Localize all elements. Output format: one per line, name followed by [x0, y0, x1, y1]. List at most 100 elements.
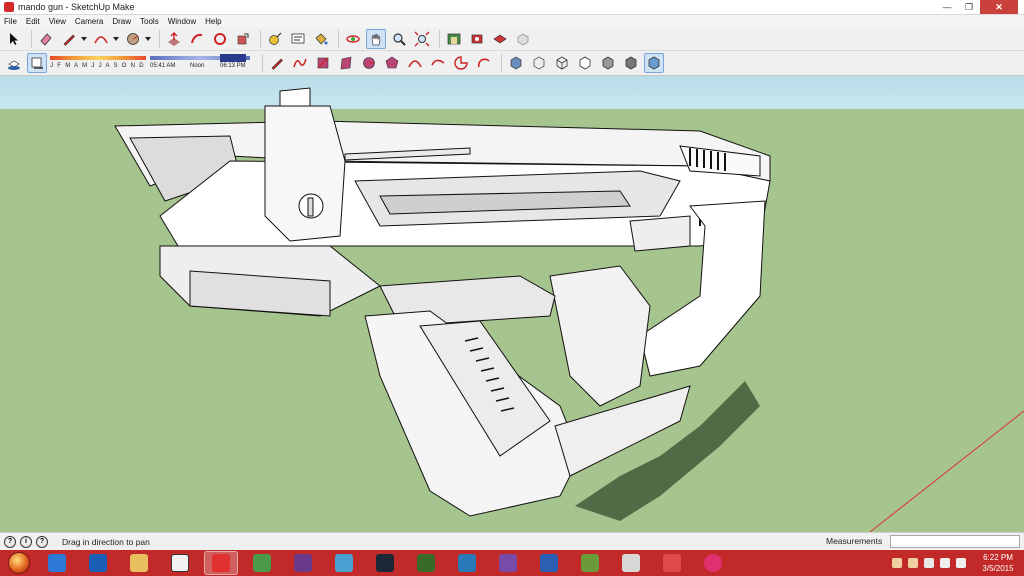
circle-tool-button[interactable] — [359, 53, 379, 73]
push-pull-tool-button[interactable] — [164, 29, 184, 49]
geo-location-icon[interactable]: ? — [4, 535, 16, 548]
tray-arrow-icon[interactable] — [892, 558, 902, 568]
toolbar-separator — [159, 29, 160, 48]
taskbar-app-6[interactable] — [245, 551, 279, 575]
shaded-icon — [602, 56, 614, 70]
word-icon — [540, 554, 558, 572]
menu-bar: File Edit View Camera Draw Tools Window … — [0, 15, 1024, 27]
menu-window[interactable]: Window — [168, 17, 196, 26]
shadows-toggle-button[interactable] — [4, 53, 24, 73]
text-tool-button[interactable] — [288, 29, 308, 49]
start-button[interactable] — [8, 552, 30, 574]
shadow-cube-icon — [8, 60, 20, 70]
arc-center-tool-button[interactable] — [474, 53, 494, 73]
zoom-extents-icon — [414, 31, 430, 46]
extension-warehouse-button[interactable] — [513, 29, 533, 49]
minimize-button[interactable]: — — [936, 0, 958, 14]
taskbar-internet-explorer[interactable] — [40, 551, 74, 575]
taskbar-app-7[interactable] — [286, 551, 320, 575]
shadow-settings-button[interactable] — [27, 53, 47, 73]
restore-button[interactable]: ❐ — [958, 0, 980, 14]
tray-app-icon[interactable] — [908, 558, 918, 568]
toolbar-separator — [31, 29, 32, 48]
rotated-rectangle-tool-button[interactable] — [336, 53, 356, 73]
taskbar-clock[interactable]: 6:22 PM 3/5/2015 — [978, 552, 1018, 574]
menu-draw[interactable]: Draw — [112, 17, 131, 26]
zoom-tool-button[interactable] — [389, 29, 409, 49]
pencil-dropdown-arrow[interactable] — [81, 36, 87, 41]
line-tool-button[interactable] — [267, 53, 287, 73]
scale-tool-button[interactable] — [233, 29, 253, 49]
shape-tool-button[interactable] — [123, 29, 143, 49]
rotate-tool-button[interactable] — [210, 29, 230, 49]
taskbar-app-16[interactable] — [655, 551, 689, 575]
taskbar-itunes[interactable] — [696, 551, 730, 575]
drawing-viewport[interactable] — [0, 76, 1024, 532]
taskbar-word[interactable] — [532, 551, 566, 575]
tray-flag-icon[interactable] — [924, 558, 934, 568]
shaded-textures-style-button[interactable] — [621, 53, 641, 73]
zoom-extents-tool-button[interactable] — [412, 29, 432, 49]
taskbar-app-11[interactable] — [450, 551, 484, 575]
arc-3pt-tool-button[interactable] — [428, 53, 448, 73]
taskbar-sketchup[interactable] — [204, 551, 238, 575]
shape-dropdown-arrow[interactable] — [145, 36, 151, 41]
select-tool-button[interactable] — [4, 29, 24, 49]
pan-tool-button[interactable] — [366, 28, 386, 49]
shadow-month-slider[interactable]: J F M A M J J A S O N D — [50, 53, 146, 73]
hidden-line-style-button[interactable] — [575, 53, 595, 73]
arc-2pt-tool-button[interactable] — [405, 53, 425, 73]
time-slider-knob[interactable] — [220, 54, 246, 62]
menu-file[interactable]: File — [4, 17, 17, 26]
toolbar-separator — [439, 29, 440, 48]
get-models-button[interactable] — [444, 29, 464, 49]
back-edges-style-button[interactable] — [529, 53, 549, 73]
arc-dropdown-arrow[interactable] — [113, 36, 119, 41]
follow-me-tool-button[interactable] — [187, 29, 207, 49]
tape-measure-tool-button[interactable] — [265, 29, 285, 49]
measurements-field[interactable] — [890, 535, 1020, 548]
menu-view[interactable]: View — [49, 17, 66, 26]
rectangle-tool-button[interactable] — [313, 53, 333, 73]
taskbar-app-15[interactable] — [614, 551, 648, 575]
arc-center-icon — [477, 58, 490, 68]
wireframe-style-button[interactable] — [552, 53, 572, 73]
taskbar-quicktime[interactable] — [163, 551, 197, 575]
minecraft-icon — [581, 554, 599, 572]
paint-bucket-tool-button[interactable] — [311, 29, 331, 49]
credits-icon[interactable]: i — [20, 535, 32, 548]
pencil-tool-button[interactable] — [59, 29, 79, 49]
menu-edit[interactable]: Edit — [26, 17, 40, 26]
shaded-style-button[interactable] — [598, 53, 618, 73]
taskbar-app-8[interactable] — [327, 551, 361, 575]
windows-taskbar: 6:22 PM 3/5/2015 — [0, 550, 1024, 576]
arc-icon — [94, 35, 108, 43]
share-model-button[interactable] — [467, 29, 487, 49]
menu-help[interactable]: Help — [205, 17, 221, 26]
freehand-tool-button[interactable] — [290, 53, 310, 73]
menu-camera[interactable]: Camera — [75, 17, 103, 26]
pie-tool-button[interactable] — [451, 53, 471, 73]
taskbar-game[interactable] — [409, 551, 443, 575]
help-icon[interactable]: ? — [36, 535, 48, 548]
tray-network-icon[interactable] — [940, 558, 950, 568]
eraser-tool-button[interactable] — [36, 29, 56, 49]
polygon-tool-button[interactable] — [382, 53, 402, 73]
tray-volume-icon[interactable] — [956, 558, 966, 568]
back-edges-icon — [533, 56, 545, 70]
share-model-icon — [471, 34, 483, 43]
shadow-time-slider[interactable]: 05:41 AM Noon 06:13 PM — [150, 53, 250, 73]
menu-tools[interactable]: Tools — [140, 17, 159, 26]
taskbar-file-explorer[interactable] — [122, 551, 156, 575]
taskbar-minecraft[interactable] — [573, 551, 607, 575]
xray-style-button[interactable] — [506, 53, 526, 73]
taskbar-app-12[interactable] — [491, 551, 525, 575]
share-component-button[interactable] — [490, 29, 510, 49]
taskbar-outlook[interactable] — [81, 551, 115, 575]
close-button[interactable]: ✕ — [980, 0, 1018, 14]
monochrome-style-button[interactable] — [644, 53, 664, 73]
steam-icon — [376, 554, 394, 572]
taskbar-steam[interactable] — [368, 551, 402, 575]
orbit-tool-button[interactable] — [343, 29, 363, 49]
arc-tool-button[interactable] — [91, 29, 111, 49]
